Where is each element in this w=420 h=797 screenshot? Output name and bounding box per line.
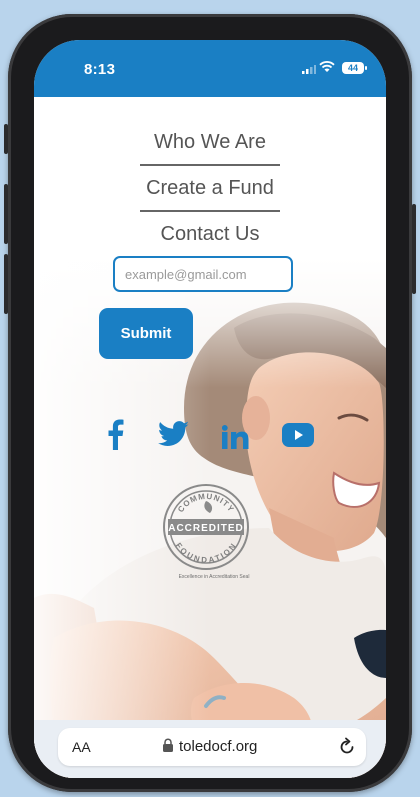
volume-down-button — [4, 254, 8, 314]
lock-icon — [163, 738, 173, 752]
wifi-icon — [319, 61, 335, 72]
seal-caption: Excellence in Accreditation Seal — [178, 574, 250, 580]
seal-bottom-text: FOUNDATION — [174, 541, 238, 564]
submit-button[interactable]: Submit — [99, 308, 193, 359]
address-bar[interactable]: AA toledocf.org — [58, 728, 366, 766]
url-text: toledocf.org — [179, 738, 258, 755]
svg-text:FOUNDATION: FOUNDATION — [174, 541, 239, 564]
volume-up-button — [4, 184, 8, 244]
nav-who-we-are[interactable]: Who We Are — [140, 120, 280, 164]
nav-create-a-fund[interactable]: Create a Fund — [140, 166, 280, 210]
accreditation-seal: COMMUNITY ACCREDITED FOUNDATION — [163, 484, 249, 570]
mute-switch — [4, 124, 8, 154]
battery-icon: 44 — [342, 62, 367, 74]
cellular-signal-icon — [302, 65, 316, 74]
twitter-icon[interactable] — [158, 421, 190, 447]
nav-contact-us[interactable]: Contact Us — [140, 212, 280, 256]
linkedin-icon[interactable] — [222, 425, 250, 449]
text-size-button[interactable]: AA — [72, 739, 91, 755]
youtube-icon[interactable] — [282, 423, 314, 447]
facebook-icon[interactable] — [106, 418, 124, 450]
main-nav: Who We Are Create a Fund Contact Us — [34, 120, 386, 256]
status-time: 8:13 — [84, 61, 116, 78]
power-button — [412, 204, 416, 294]
phone-screen: 8:13 44 Who We Are Create a Fund Contact… — [34, 40, 386, 778]
seal-center-text: ACCREDITED — [168, 523, 244, 534]
status-bar: 8:13 44 — [34, 40, 386, 97]
email-input[interactable] — [113, 256, 293, 292]
reload-icon[interactable] — [338, 737, 356, 757]
